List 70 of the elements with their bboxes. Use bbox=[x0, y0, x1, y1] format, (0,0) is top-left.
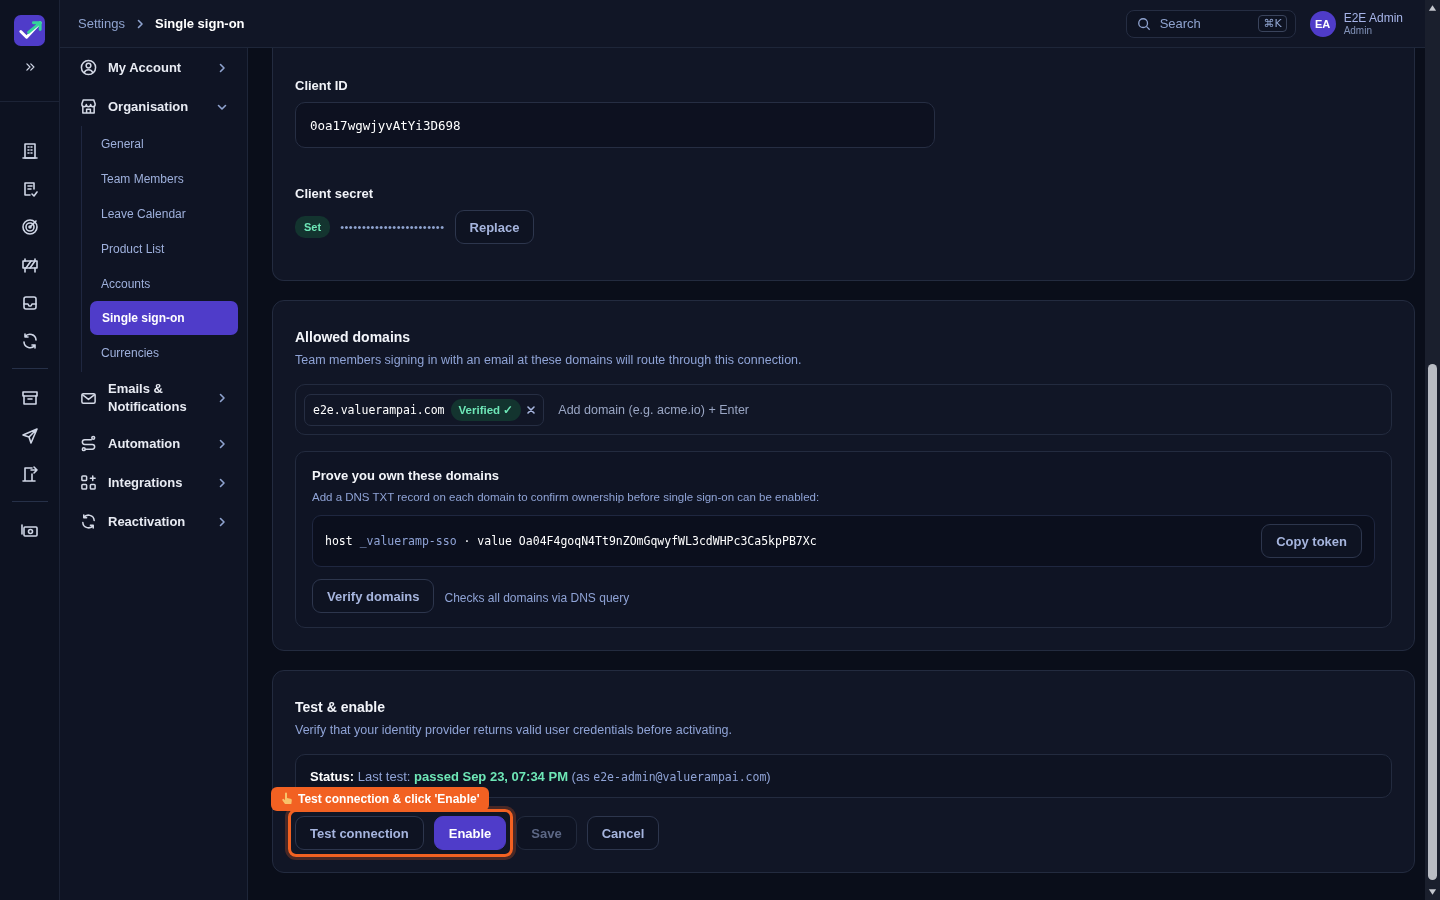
dns-record: host _valueramp-sso · value Oa04F4goqN4Tt9nZOmGqwyfWL3cdWHPc3Ca5kpPB7Xc bbox=[325, 534, 817, 548]
user-circle-icon bbox=[80, 59, 97, 76]
chevron-right-icon bbox=[135, 18, 145, 29]
sidebar-item[interactable]: Reactivation bbox=[74, 502, 239, 541]
verify-button[interactable]: Verify domains bbox=[312, 579, 435, 613]
door-icon[interactable] bbox=[20, 465, 39, 483]
building-icon[interactable] bbox=[20, 142, 39, 160]
masked-secret: •••••••••••••••••••••••• bbox=[340, 221, 445, 233]
pointing-hand-icon bbox=[281, 792, 293, 806]
panel-title: Prove you own these domains bbox=[312, 468, 501, 483]
status-badge: Set bbox=[295, 216, 331, 238]
scroll-up-arrow-icon[interactable] bbox=[1428, 4, 1437, 12]
user-role: Admin bbox=[1343, 25, 1373, 36]
refresh-icon bbox=[80, 513, 97, 530]
scrollbar[interactable] bbox=[1425, 0, 1440, 900]
action-button[interactable]: Enable bbox=[433, 816, 507, 850]
user-avatar[interactable]: EA bbox=[1309, 10, 1336, 37]
action-button[interactable]: Cancel bbox=[586, 816, 660, 850]
search-icon bbox=[1136, 16, 1151, 31]
section-title: Allowed domains bbox=[295, 329, 412, 345]
status-text: Status: Last test: passed Sep 23, 07:34 PM (as e2e-admin@valuerampai.com) bbox=[310, 768, 771, 784]
verified-badge: Verified ✓ bbox=[450, 398, 522, 421]
domain-field[interactable]: e2e.valuerampai.com Verified ✓ Add domain (e.g. acme.io) + Enter bbox=[295, 384, 1392, 435]
input-field[interactable]: 0oa17wgwjyvAtYi3D698 bbox=[295, 102, 935, 148]
sidebar-subitem[interactable]: Leave Calendar bbox=[89, 196, 239, 231]
scroll-down-arrow-icon[interactable] bbox=[1428, 888, 1437, 896]
barrier-icon[interactable] bbox=[20, 256, 39, 274]
section-description: Verify that your identity provider returns valid user credentials before activating. bbox=[295, 723, 734, 737]
sidebar-item[interactable]: My Account bbox=[74, 48, 239, 87]
domain-input[interactable]: Add domain (e.g. acme.io) + Enter bbox=[556, 401, 1383, 418]
section-title: Test & enable bbox=[295, 699, 386, 715]
action-button[interactable]: Test connection bbox=[295, 816, 424, 850]
field-label: Client ID bbox=[295, 78, 349, 93]
route-icon bbox=[80, 435, 97, 452]
storefront-icon bbox=[80, 98, 97, 115]
target-icon[interactable] bbox=[20, 218, 39, 236]
sidebar-subitem[interactable]: Single sign-on bbox=[90, 301, 238, 335]
close-icon[interactable] bbox=[527, 405, 536, 414]
hint-text: Checks all domains via DNS query bbox=[444, 591, 630, 605]
sidebar-subitem[interactable]: Product List bbox=[89, 231, 239, 266]
sidebar-subitem[interactable]: Accounts bbox=[89, 266, 239, 301]
sidebar-subitem[interactable]: General bbox=[89, 126, 239, 161]
sidebar-item[interactable]: Organisation bbox=[74, 87, 239, 126]
domain-name: e2e.valuerampai.com bbox=[313, 402, 445, 417]
sidebar-item[interactable]: Integrations bbox=[74, 463, 239, 502]
cash-icon[interactable] bbox=[20, 522, 39, 540]
copy-button[interactable]: Copy token bbox=[1261, 524, 1362, 558]
apps-icon bbox=[80, 474, 97, 491]
shortcut-hint: ⌘K bbox=[1258, 15, 1287, 32]
search-field[interactable]: Search ⌘K bbox=[1125, 9, 1296, 38]
app-logo[interactable] bbox=[14, 15, 45, 46]
sidebar-subitem[interactable]: Currencies bbox=[89, 335, 239, 370]
search-input[interactable]: Search bbox=[1157, 15, 1252, 32]
tooltip-text: Test connection & click 'Enable' bbox=[298, 792, 480, 806]
sidebar-subitem[interactable]: Team Members bbox=[89, 161, 239, 196]
section-description: Team members signing in with an email at these domains will route through this connection. bbox=[295, 353, 803, 367]
inbox-icon[interactable] bbox=[20, 294, 39, 312]
replace-button[interactable]: Replace bbox=[454, 210, 535, 244]
refresh-icon[interactable] bbox=[20, 332, 39, 350]
scrollbar-thumb[interactable] bbox=[1428, 364, 1437, 880]
panel-description: Add a DNS TXT record on each domain to confirm ownership before single sign-on can be enabled: bbox=[312, 491, 821, 503]
archive-icon[interactable] bbox=[20, 389, 39, 407]
send-icon[interactable] bbox=[20, 427, 39, 445]
field-label: Client secret bbox=[295, 186, 375, 201]
action-button: Save bbox=[516, 816, 577, 850]
breadcrumb-link[interactable]: Single sign-on bbox=[155, 16, 245, 31]
user-name: E2E Admin bbox=[1343, 11, 1403, 25]
sidebar-item[interactable]: Automation bbox=[74, 424, 239, 463]
sidebar-item[interactable]: Emails & Notifications bbox=[74, 372, 239, 424]
breadcrumb-link[interactable]: Settings bbox=[78, 16, 125, 31]
